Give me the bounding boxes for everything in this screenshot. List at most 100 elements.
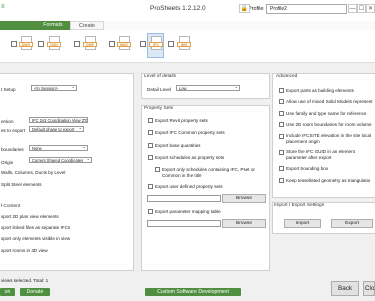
parts-as-elements-label: Export parts as building elements (286, 88, 354, 93)
checkbox-only-schedules[interactable] (155, 167, 160, 172)
format-img-icon[interactable]: IMG (177, 36, 191, 54)
format-checkbox-dwf[interactable] (74, 41, 80, 47)
setup-select[interactable]: <In Session> (31, 85, 77, 91)
detail-level-value: Low (179, 86, 187, 91)
only-schedules-label: Export only schedules containing IFC, Ps… (162, 167, 255, 178)
checkbox-mixed-solid-models[interactable] (279, 99, 284, 104)
app-icon: ≡ (1, 4, 5, 10)
checkbox-family-type-name[interactable] (279, 111, 284, 116)
tab-create[interactable]: Create (70, 21, 104, 30)
checkbox-ifcsite-elevation[interactable] (279, 134, 284, 139)
tessellated-geometry-label: Keep tessellated geometry as triangulati… (286, 178, 371, 183)
space-boundaries-select[interactable]: None (29, 145, 88, 151)
space-boundaries-value: None (32, 146, 42, 151)
checkbox-user-defined-sets[interactable] (148, 184, 153, 189)
ifc-common-property-sets-label: Export IFC Common property sets (155, 130, 225, 135)
close-button[interactable]: Clos (363, 281, 375, 296)
ifc-version-value: IFC 2x3 Coordination View 2.0 (32, 118, 88, 123)
profile-select[interactable]: Profile2 (266, 4, 347, 14)
minimize-button[interactable]: — (348, 4, 357, 13)
format-nwc-label: NWC (117, 42, 131, 47)
profile-label: Profile (248, 6, 264, 12)
store-ifc-guid-label: Store the IFC GUID in an element paramet… (286, 149, 355, 160)
donate-button[interactable]: Donate (20, 288, 50, 296)
format-checkbox-ifc[interactable] (140, 41, 146, 47)
format-dwg-label: DWG (19, 42, 33, 47)
split-walls-label: Walls, Columns, Ducts by Level (1, 170, 66, 175)
checkbox-base-quantities[interactable] (148, 143, 153, 148)
format-dwf-label: DWF (83, 42, 97, 47)
ifc-version-label: ersion (1, 119, 14, 124)
property-sets-header: Property Sets (144, 106, 174, 111)
format-checkbox-img[interactable] (168, 41, 174, 47)
setup-label: t Setup (1, 87, 16, 92)
detail-level-label: Detail Level (147, 87, 172, 92)
export-linked-files-label[interactable]: xport linked files as separate IFCs (1, 225, 70, 230)
ifcsite-elevation-label: Include IFCSITE elevation in the site lo… (286, 133, 372, 144)
export-rooms-3d-label[interactable]: xport rooms in 3D view (1, 248, 48, 253)
checkbox-tessellated-geometry[interactable] (279, 178, 284, 183)
import-settings-button[interactable]: Import (284, 219, 321, 228)
maximize-button[interactable]: ☐ (357, 4, 366, 13)
tab-formats-edge (0, 21, 36, 30)
footer-left-button[interactable]: on (0, 288, 15, 296)
checkbox-parameter-mapping[interactable] (148, 209, 153, 214)
mixed-solid-models-label: Allow use of mixed Solid Models represen… (286, 99, 373, 104)
phase-label: es to export (1, 128, 26, 133)
origin-select[interactable]: Current Shared Coordinates (29, 157, 92, 163)
checkbox-ifc-common-property-sets[interactable] (148, 130, 153, 135)
window-title: ProSheets 1.2.12.0 (150, 5, 206, 12)
format-dwg-icon[interactable]: DWG (19, 36, 33, 54)
content-section-header: l Content (1, 204, 21, 209)
export-settings-button[interactable]: Export (331, 219, 373, 228)
checkbox-schedules-property-sets[interactable] (148, 155, 153, 160)
format-dwf-icon[interactable]: DWF (83, 36, 97, 54)
origin-value: Current Shared Coordinates (32, 158, 84, 163)
browse-mapping-button[interactable]: Browse (222, 219, 266, 228)
format-checkbox-dgn[interactable] (38, 41, 44, 47)
base-quantities-label: Export base quantities (155, 143, 201, 148)
export-2d-plan-label[interactable]: xport 2D plan view elements (1, 214, 59, 219)
format-checkbox-nwc[interactable] (109, 41, 115, 47)
format-dgn-icon[interactable]: DGN (47, 36, 61, 54)
export-visible-only-label[interactable]: xport only elements visible in view (1, 236, 70, 241)
views-selected-status: views selected. Total: 1 (1, 278, 49, 283)
user-defined-sets-label: Export user defined property sets (155, 184, 223, 189)
parameter-mapping-path-input[interactable] (147, 220, 221, 227)
profile-value: Profile2 (270, 6, 287, 12)
format-checkbox-dwg[interactable] (11, 41, 17, 47)
space-boundaries-label: boundaries (1, 147, 24, 152)
checkbox-store-ifc-guid[interactable] (279, 150, 284, 155)
checkbox-revit-property-sets[interactable] (148, 118, 153, 123)
ifc-version-select[interactable]: IFC 2x3 Coordination View 2.0 (29, 117, 88, 123)
2d-room-boundaries-label: Use 2D room boundaries for room volume (286, 122, 372, 127)
checkbox-bounding-box[interactable] (279, 166, 284, 171)
checkbox-2d-room-boundaries[interactable] (279, 122, 284, 127)
split-steel-label: Split Steel elements (1, 182, 42, 187)
setup-value: <In Session> (34, 86, 58, 91)
format-nwc-icon[interactable]: NWC (117, 36, 131, 54)
back-button[interactable]: Back (331, 281, 359, 296)
schedules-property-sets-label: Export schedules as property sets (155, 155, 225, 160)
format-dgn-label: DGN (47, 42, 61, 47)
revit-property-sets-label: Export Revit property sets (155, 118, 208, 123)
advanced-header: Advanced (276, 74, 298, 79)
phase-value: Default phase to export (32, 127, 75, 132)
format-ifc-icon[interactable]: IFC (149, 36, 163, 54)
detail-level-select[interactable]: Low (176, 85, 240, 91)
browse-user-defined-button[interactable]: Browse (222, 194, 266, 203)
format-ifc-label: IFC (149, 42, 163, 47)
custom-software-development-button[interactable]: Custom Software Development (145, 288, 241, 296)
bounding-box-label: Export bounding box (286, 166, 329, 171)
origin-label: Origin (1, 160, 14, 165)
parameter-mapping-label: Export parameter mapping table (155, 209, 221, 214)
user-defined-path-input[interactable] (147, 195, 221, 202)
lock-icon[interactable]: 🔒 (239, 4, 250, 13)
family-type-name-label: Use family and type name for reference (286, 111, 367, 116)
close-window-button[interactable]: ✕ (366, 4, 375, 13)
phase-select[interactable]: Default phase to export (29, 126, 84, 132)
import-export-header: Import / Export Settings (274, 203, 325, 208)
level-of-details-header: Level of details (144, 74, 176, 79)
tab-formats[interactable]: Formats (36, 21, 70, 30)
checkbox-parts-as-elements[interactable] (279, 88, 284, 93)
